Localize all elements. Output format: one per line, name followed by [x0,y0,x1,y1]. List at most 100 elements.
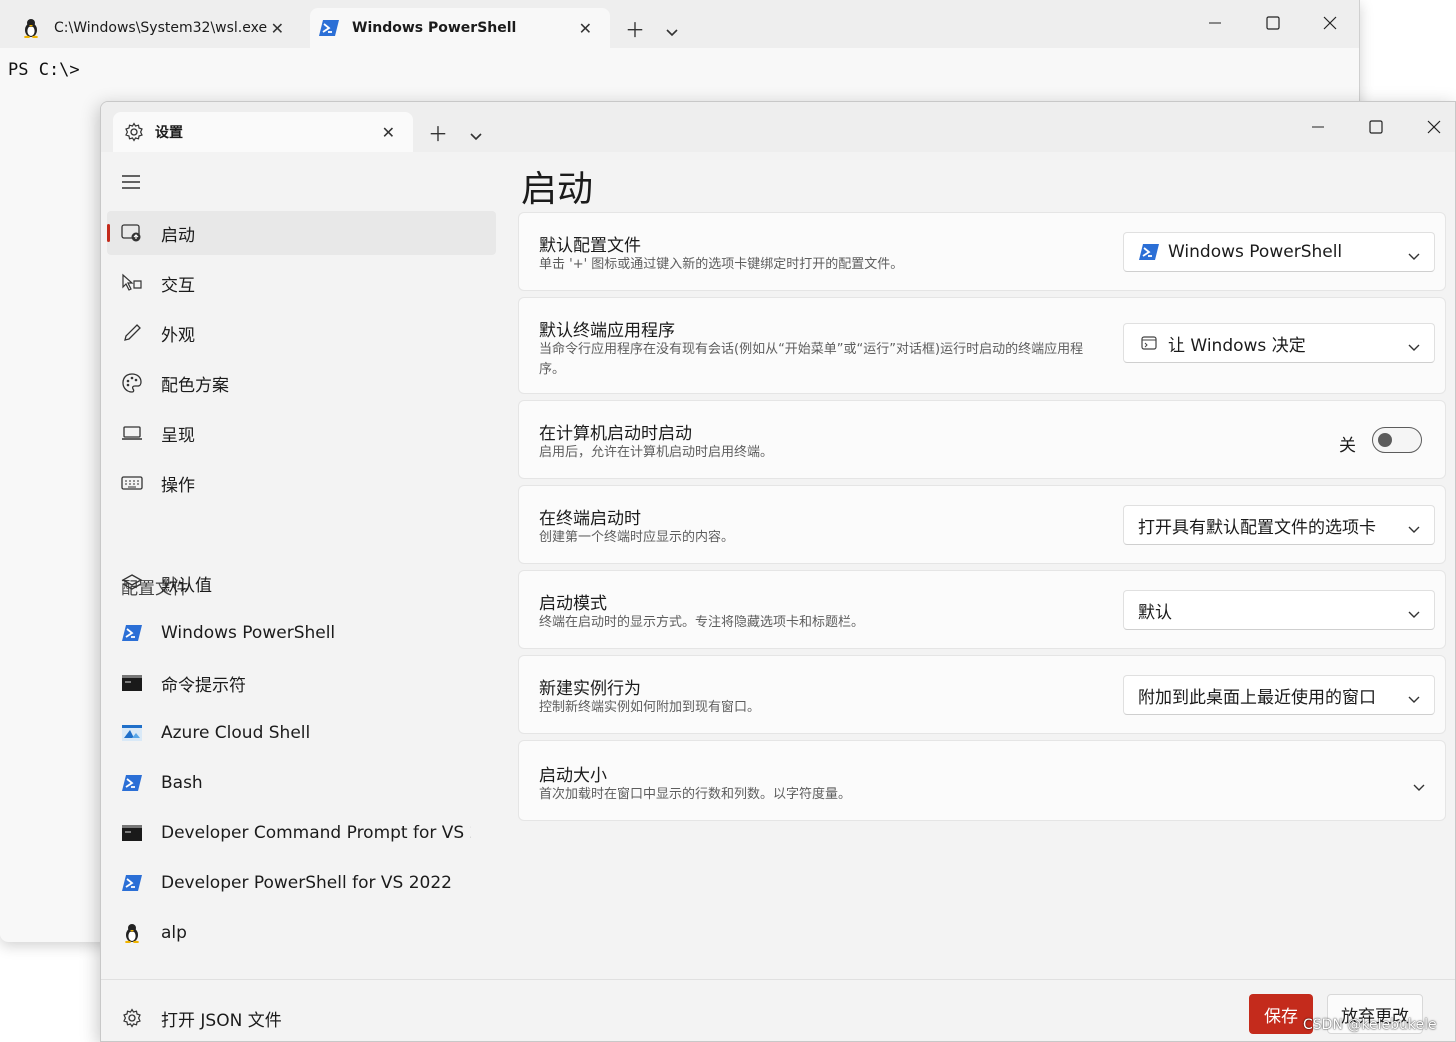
setting-title: 启动大小 [539,766,607,786]
sidebar-item-startup[interactable]: 启动 [107,211,496,255]
sidebar-item-azure-cloud-shell[interactable]: Azure Cloud Shell [107,711,496,755]
setting-description: 启用后，允许在计算机启动时启用终端。 [539,445,774,460]
dropdown-value: 打开具有默认配置文件的选项卡 [1138,517,1376,538]
sidebar-item-alp[interactable]: alp [107,911,496,955]
minimize-icon[interactable] [1295,112,1341,142]
open-json-label: 打开 JSON 文件 [161,1010,282,1031]
palette-icon [119,370,145,396]
setting-launch-on-startup: 在计算机启动时启动 启用后，允许在计算机启动时启用终端。 关 [518,400,1446,479]
powershell-icon [119,620,145,646]
settings-sidebar: 启动 交互 外观 配色方案 呈现 操作 配置文件 默认值 Windows Pow… [101,152,501,1041]
tab-wsl[interactable]: C:\Windows\System32\wsl.exe ✕ [12,8,302,48]
keyboard-icon [119,470,145,496]
close-icon[interactable]: ✕ [382,123,395,142]
linux-penguin-icon [119,920,145,946]
sidebar-item-defaults[interactable]: 默认值 [107,561,496,605]
setting-title: 默认终端应用程序 [539,321,675,341]
background-tab-bar: C:\Windows\System32\wsl.exe ✕ Windows Po… [0,0,1359,48]
azure-icon [119,720,145,746]
sidebar-item-bash[interactable]: Bash [107,761,496,805]
tab-settings-label: 设置 [155,125,183,141]
sidebar-item-label: 默认值 [161,575,212,596]
watermark: CSDN @kelebukele [1303,1017,1437,1033]
sidebar-item-actions[interactable]: 操作 [107,461,496,505]
sidebar-item-label: 呈现 [161,425,195,446]
chevron-down-icon[interactable] [461,122,491,146]
setting-description: 终端在启动时的显示方式。专注将隐藏选项卡和标题栏。 [539,615,865,630]
sidebar-item-label: 操作 [161,475,195,496]
terminal-window-icon [1138,332,1160,354]
powershell-icon [119,770,145,796]
setting-title: 启动模式 [539,594,607,614]
launch-mode-dropdown[interactable]: 默认 [1123,590,1435,630]
settings-tab-bar: 设置 ✕ ＋ [101,102,1455,152]
sidebar-item-color-schemes[interactable]: 配色方案 [107,361,496,405]
settings-main-content: 启动 默认配置文件 单击 '+' 图标或通过键入新的选项卡键绑定时打开的配置文件… [501,152,1455,1041]
default-profile-dropdown[interactable]: Windows PowerShell [1123,232,1435,272]
terminal-prompt: PS C:\> [8,60,80,80]
minimize-icon[interactable] [1192,8,1238,38]
sidebar-item-windows-powershell[interactable]: Windows PowerShell [107,611,496,655]
setting-launch-size[interactable]: 启动大小 首次加载时在窗口中显示的行数和列数。以字符度量。 [518,740,1446,821]
setting-description: 控制新终端实例如何附加到现有窗口。 [539,700,761,715]
setting-default-profile: 默认配置文件 单击 '+' 图标或通过键入新的选项卡键绑定时打开的配置文件。 W… [518,212,1446,291]
dropdown-value: 默认 [1138,602,1172,623]
chevron-down-icon [1408,246,1420,266]
close-icon[interactable]: ✕ [579,19,592,38]
setting-default-terminal-application: 默认终端应用程序 当命令行应用程序在没有现有会话(例如从“开始菜单”或“运行”对… [518,297,1446,394]
default-terminal-dropdown[interactable]: 让 Windows 决定 [1123,323,1435,363]
setting-title: 默认配置文件 [539,236,641,256]
page-title: 启动 [521,169,594,210]
dropdown-value: Windows PowerShell [1168,242,1343,262]
chevron-down-icon [1408,689,1420,709]
close-window-icon[interactable] [1307,8,1353,38]
setting-title: 新建实例行为 [539,679,641,699]
setting-launch-mode: 启动模式 终端在启动时的显示方式。专注将隐藏选项卡和标题栏。 默认 [518,570,1446,649]
open-json-file-button[interactable]: 打开 JSON 文件 [107,996,496,1040]
maximize-icon[interactable] [1250,8,1296,38]
tab-windows-powershell-label: Windows PowerShell [352,20,517,36]
sidebar-item-label: 配色方案 [161,375,229,396]
tab-windows-powershell[interactable]: Windows PowerShell ✕ [310,8,610,48]
sidebar-item-interaction[interactable]: 交互 [107,261,496,305]
setting-description: 单击 '+' 图标或通过键入新的选项卡键绑定时打开的配置文件。 [539,257,904,272]
sidebar-item-label: Developer Command Prompt for VS 2022 [161,823,471,843]
close-window-icon[interactable] [1411,112,1455,142]
sidebar-item-label: 启动 [161,225,195,246]
sidebar-item-label: Bash [161,773,203,793]
powershell-icon [119,870,145,896]
toggle-state-label: 关 [1339,436,1356,456]
gear-icon [119,1005,145,1031]
sidebar-item-developer-powershell[interactable]: Developer PowerShell for VS 2022 [107,861,496,905]
setting-description: 首次加载时在窗口中显示的行数和列数。以字符度量。 [539,787,852,802]
hamburger-menu-icon[interactable] [121,174,143,192]
settings-window: 设置 ✕ ＋ 启动 交互 外观 配色方案 呈现 操作 配置文件 默认值 Wind… [100,101,1456,1042]
on-startup-dropdown[interactable]: 打开具有默认配置文件的选项卡 [1123,505,1435,545]
sidebar-item-appearance[interactable]: 外观 [107,311,496,355]
pen-icon [119,320,145,346]
sidebar-item-rendering[interactable]: 呈现 [107,411,496,455]
gear-icon [123,121,145,143]
linux-penguin-icon [20,17,42,39]
chevron-down-icon [1408,604,1420,624]
new-instance-behavior-dropdown[interactable]: 附加到此桌面上最近使用的窗口 [1123,675,1435,715]
cmd-icon [119,820,145,846]
close-icon[interactable]: ✕ [271,19,284,38]
sidebar-item-label: Developer PowerShell for VS 2022 [161,873,452,893]
sidebar-item-label: 交互 [161,275,195,296]
new-tab-plus-icon[interactable]: ＋ [620,14,650,43]
chevron-down-icon [1408,519,1420,539]
sidebar-item-developer-command-prompt[interactable]: Developer Command Prompt for VS 2022 [107,811,496,855]
launch-on-startup-toggle[interactable] [1372,427,1422,453]
toggle-knob [1378,433,1392,447]
startup-icon [119,220,145,246]
setting-description: 创建第一个终端时应显示的内容。 [539,530,735,545]
maximize-icon[interactable] [1353,112,1399,142]
powershell-icon [1138,241,1160,263]
chevron-down-icon[interactable] [657,18,687,42]
tab-settings[interactable]: 设置 ✕ [113,112,413,152]
cmd-icon [119,670,145,696]
expand-chevron-icon[interactable] [1413,777,1425,796]
new-tab-plus-icon[interactable]: ＋ [423,118,453,147]
sidebar-item-command-prompt[interactable]: 命令提示符 [107,661,496,705]
